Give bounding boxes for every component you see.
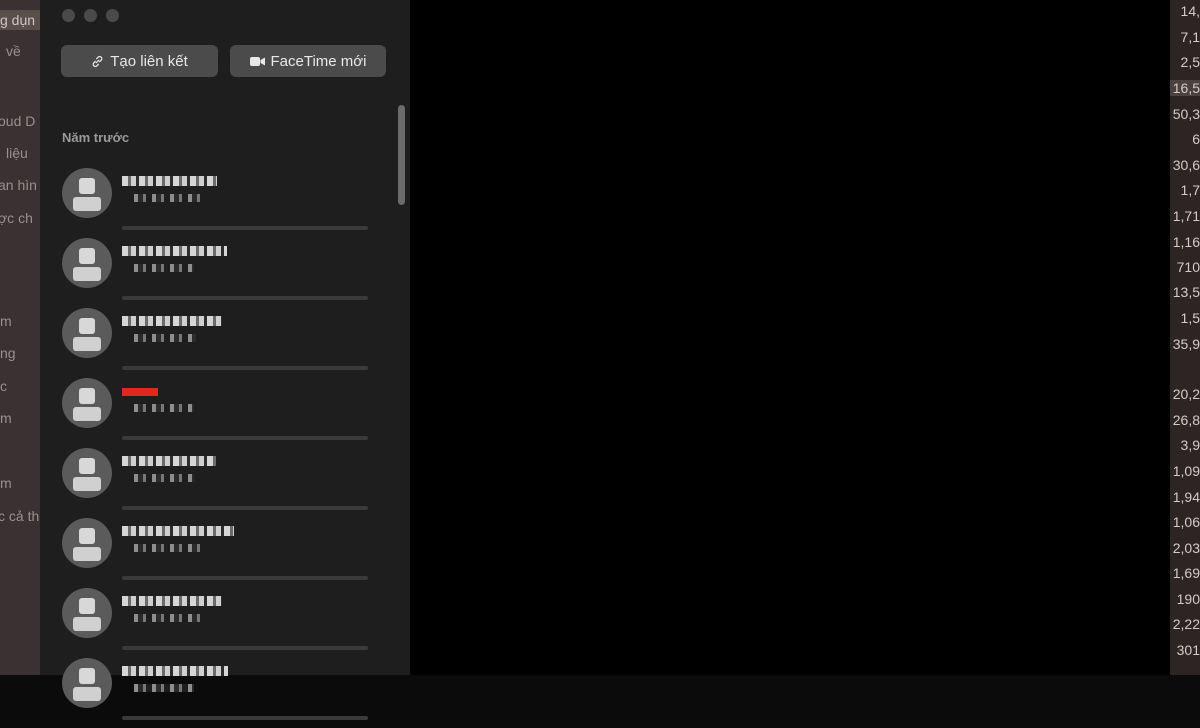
scrollbar[interactable] [398, 105, 405, 205]
background-file-size: 1,06 [1172, 514, 1200, 530]
background-file-size: 1,69 [1172, 565, 1200, 581]
background-sidebar-item: an hìn [0, 177, 37, 193]
call-row[interactable] [40, 518, 380, 588]
background-file-size: 3,9 [1180, 437, 1200, 453]
background-file-size: 20,2 [1172, 386, 1200, 402]
contact-avatar-icon [62, 518, 112, 568]
background-file-size: 7,1 [1180, 29, 1200, 45]
window-controls [62, 9, 119, 22]
row-divider [122, 646, 368, 650]
call-row[interactable] [40, 308, 380, 378]
background-sidebar-item: oud D [0, 113, 36, 129]
missed-call-contact-name [122, 388, 158, 396]
link-icon [92, 55, 103, 67]
facetime-window: Tạo liên kết FaceTime mới Năm trước [40, 0, 1170, 720]
background-file-size: 35,9 [1172, 336, 1200, 352]
background-sidebar-item: m [0, 410, 12, 426]
call-type-label [134, 544, 204, 552]
new-facetime-button[interactable]: FaceTime mới [230, 45, 386, 77]
call-type-label [134, 474, 194, 482]
background-sidebar-item: c [0, 378, 7, 394]
new-facetime-label: FaceTime mới [270, 52, 367, 70]
background-sidebar-item: về [6, 43, 21, 59]
background-sidebar-item: g dụn [0, 10, 40, 30]
background-file-size: 26,8 [1172, 412, 1200, 428]
contact-name [122, 176, 217, 186]
background-file-size: 1,5 [1180, 310, 1200, 326]
minimize-window-button[interactable] [84, 9, 97, 22]
background-sidebar-item: ợc ch [0, 210, 33, 226]
background-file-size: 16,5 [1170, 80, 1200, 96]
background-sidebar-item: m [0, 475, 12, 491]
contact-name [122, 526, 234, 536]
contact-avatar-icon [62, 238, 112, 288]
background-file-size: 30,6 [1172, 157, 1200, 173]
row-divider [122, 366, 368, 370]
call-type-label [134, 334, 196, 342]
background-file-size: 13,5 [1172, 284, 1200, 300]
background-sidebar-item: m [0, 313, 12, 329]
call-row[interactable] [40, 238, 380, 308]
facetime-video-area [410, 0, 1170, 675]
row-divider [122, 296, 368, 300]
contact-avatar-icon [62, 448, 112, 498]
contact-avatar-icon [62, 378, 112, 428]
row-divider [122, 576, 368, 580]
background-file-size: 6 [1192, 131, 1200, 147]
facetime-sidebar: Tạo liên kết FaceTime mới Năm trước [40, 0, 410, 720]
call-type-label [134, 194, 204, 202]
background-finder-sidebar: g dụn về oud Dliệu an hìn ợc ch m ng c m m c cả th [0, 0, 40, 675]
call-type-label [134, 404, 194, 412]
contact-name [122, 316, 222, 326]
zoom-window-button[interactable] [106, 9, 119, 22]
background-file-size: 1,71 [1172, 208, 1200, 224]
create-link-button[interactable]: Tạo liên kết [61, 45, 218, 77]
background-sidebar-item: ng [0, 345, 16, 361]
call-row[interactable] [40, 378, 380, 448]
row-divider [122, 226, 368, 230]
row-divider [122, 716, 368, 720]
row-divider [122, 436, 368, 440]
background-sidebar-item: c cả th [0, 508, 40, 524]
contact-name [122, 596, 222, 606]
contact-avatar-icon [62, 168, 112, 218]
contact-name [122, 246, 227, 256]
close-window-button[interactable] [62, 9, 75, 22]
background-sidebar-item: liệu [6, 145, 28, 161]
background-file-size-column: 14, 7,1 2,5 16,5 50,3 6 30,6 1,7 1,71 1,16 710 13,5… [1170, 0, 1200, 675]
call-type-label [134, 614, 204, 622]
background-file-size: 190 [1176, 591, 1200, 607]
row-divider [122, 506, 368, 510]
contact-name [122, 456, 216, 466]
background-file-size: 1,7 [1180, 182, 1200, 198]
background-file-size: 2,03 [1172, 540, 1200, 556]
call-row[interactable] [40, 168, 380, 238]
video-camera-icon [249, 56, 265, 66]
call-type-label [134, 264, 194, 272]
create-link-label: Tạo liên kết [110, 52, 188, 70]
background-file-size: 1,16 [1172, 234, 1200, 250]
background-file-size: 50,3 [1172, 106, 1200, 122]
contact-avatar-icon [62, 308, 112, 358]
call-row[interactable] [40, 588, 380, 658]
section-title: Năm trước [62, 130, 130, 145]
call-row[interactable] [40, 658, 380, 728]
contact-avatar-icon [62, 588, 112, 638]
call-type-label [134, 684, 194, 692]
call-row[interactable] [40, 448, 380, 518]
background-file-size: 2,22 [1172, 616, 1200, 632]
background-file-size: 2,5 [1180, 54, 1200, 70]
background-file-size: 301 [1176, 642, 1200, 658]
contact-avatar-icon [62, 658, 112, 708]
background-file-size: 1,94 [1172, 489, 1200, 505]
background-file-size: 1,09 [1172, 463, 1200, 479]
background-file-size: 710 [1176, 259, 1200, 275]
background-file-size: 14, [1180, 3, 1200, 19]
